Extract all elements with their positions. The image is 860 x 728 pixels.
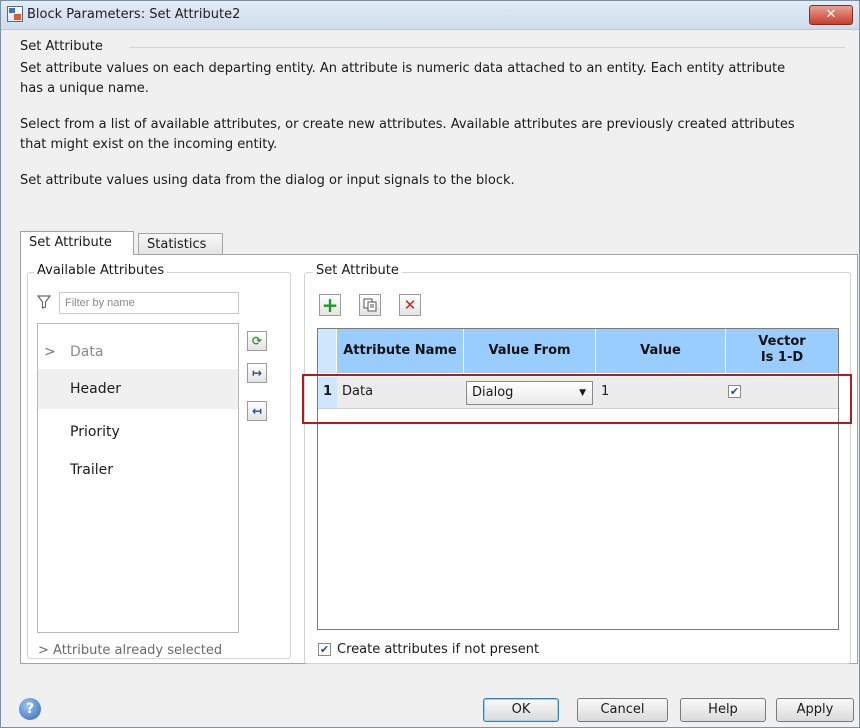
window-title: Block Parameters: Set Attribute2	[27, 7, 241, 22]
already-selected-marker: >	[44, 344, 56, 360]
description-paragraph-2: Select from a list of available attribut…	[20, 117, 795, 152]
available-attributes-list[interactable]: > Data Header Priority Trailer	[37, 323, 239, 633]
column-header-vector-is-1d: Vector Is 1-D	[726, 329, 838, 373]
tab-set-attribute[interactable]: Set Attribute	[20, 231, 134, 255]
delete-attribute-icon[interactable]: ✕	[399, 294, 421, 316]
corner-header	[318, 329, 337, 373]
move-right-icon[interactable]: ↦	[247, 363, 267, 383]
list-item-trailer[interactable]: Trailer	[38, 450, 238, 490]
list-item-header[interactable]: Header	[38, 369, 238, 409]
group-separator	[129, 47, 845, 48]
create-attributes-checkbox[interactable]: ✔	[318, 643, 331, 656]
column-header-attribute-name: Attribute Name	[337, 329, 464, 373]
list-item-data[interactable]: > Data	[38, 332, 238, 372]
already-selected-note: > Attribute already selected	[38, 643, 223, 658]
help-button[interactable]: Help	[680, 698, 766, 722]
ok-button[interactable]: OK	[483, 698, 559, 722]
list-item-priority[interactable]: Priority	[38, 412, 238, 452]
description-paragraph-1: Set attribute values on each departing e…	[20, 61, 786, 96]
cancel-button[interactable]: Cancel	[577, 698, 668, 722]
move-left-icon[interactable]: ↤	[247, 401, 267, 421]
refresh-icon[interactable]: ⟳	[247, 331, 267, 351]
tab-statistics[interactable]: Statistics	[138, 233, 223, 255]
description-paragraph-3: Set attribute values using data from the…	[20, 173, 515, 188]
filter-input[interactable]: Filter by name	[59, 292, 239, 314]
copy-attribute-icon[interactable]	[359, 294, 381, 316]
create-attributes-label: Create attributes if not present	[337, 642, 540, 657]
filter-icon	[37, 295, 51, 309]
help-icon[interactable]: ?	[19, 698, 41, 720]
add-attribute-icon[interactable]: +	[319, 294, 341, 316]
title-bar: Block Parameters: Set Attribute2 ✕	[1, 1, 859, 30]
description-group-title: Set Attribute	[20, 39, 103, 54]
row-highlight-annotation	[302, 374, 852, 424]
dialog-window: Block Parameters: Set Attribute2 ✕ Set A…	[0, 0, 860, 728]
close-button[interactable]: ✕	[809, 5, 853, 25]
apply-button[interactable]: Apply	[776, 698, 854, 722]
available-attributes-title: Available Attributes	[34, 263, 168, 278]
column-header-value-from: Value From	[464, 329, 596, 373]
set-attribute-title: Set Attribute	[313, 263, 402, 278]
simulink-block-icon	[7, 6, 23, 22]
column-header-value: Value	[596, 329, 726, 373]
